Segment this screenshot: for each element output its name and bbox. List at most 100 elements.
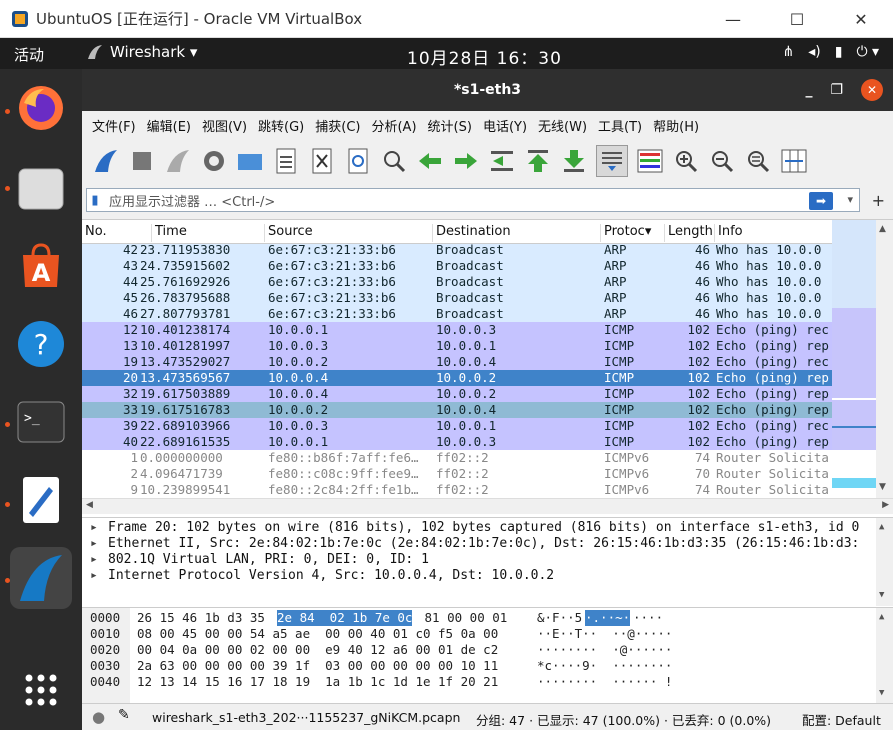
- column-destination[interactable]: Destination: [433, 224, 601, 242]
- reload-file-icon[interactable]: [344, 147, 372, 175]
- resize-columns-icon[interactable]: [780, 147, 808, 175]
- column-info[interactable]: Info: [715, 224, 832, 242]
- menu-file[interactable]: 文件(F): [92, 116, 136, 135]
- zoom-in-icon[interactable]: [672, 147, 700, 175]
- go-last-icon[interactable]: [560, 147, 588, 175]
- stop-capture-icon[interactable]: [128, 147, 156, 175]
- packet-row[interactable]: 46 27.807793781 6e:67:c3:21:33:b6 Broadcast…: [82, 306, 832, 322]
- column-source[interactable]: Source: [265, 224, 433, 242]
- detail-ethernet[interactable]: ▸ Ethernet II, Src: 2e:84:02:1b:7e:0c (2e…: [90, 536, 875, 552]
- window-restore-button[interactable]: ❐: [830, 82, 843, 98]
- menu-view[interactable]: 视图(V): [202, 116, 247, 135]
- expert-info-icon[interactable]: ●: [92, 708, 105, 726]
- start-capture-icon[interactable]: [92, 147, 120, 175]
- add-filter-button[interactable]: +: [872, 191, 885, 210]
- auto-scroll-icon[interactable]: [596, 145, 628, 177]
- wireshark-icon[interactable]: [10, 547, 72, 609]
- packet-row[interactable]: 19 13.473529027 10.0.0.2 10.0.0.4 ICMP 102 Ech…: [82, 354, 832, 370]
- close-file-icon[interactable]: [308, 147, 336, 175]
- menu-telephony[interactable]: 电话(Y): [483, 116, 527, 135]
- menu-capture[interactable]: 捕获(C): [315, 116, 360, 135]
- bookmark-icon[interactable]: ▮: [87, 189, 103, 211]
- hex-offset[interactable]: 0020: [90, 642, 120, 658]
- save-file-icon[interactable]: [272, 147, 300, 175]
- detail-frame[interactable]: ▸ Frame 20: 102 bytes on wire (816 bits),…: [90, 520, 875, 536]
- hex-bytes[interactable]: 2a 63 00 00 00 00 39 1f 03 00 00 00 00 0…: [137, 658, 498, 674]
- go-back-icon[interactable]: [416, 147, 444, 175]
- status-profile[interactable]: 配置: Default: [802, 710, 881, 729]
- packet-row[interactable]: 32 19.617503889 10.0.0.4 10.0.0.2 ICMP 102 Ech…: [82, 386, 832, 402]
- ascii-bytes[interactable]: &·F··5: [537, 610, 582, 626]
- ascii-bytes[interactable]: *c····9· ········: [537, 658, 672, 674]
- go-first-icon[interactable]: [524, 147, 552, 175]
- hex-bytes[interactable]: 26 15 46 1b d3 35: [137, 610, 272, 626]
- find-packet-icon[interactable]: [380, 147, 408, 175]
- ascii-bytes-highlight[interactable]: ·.··~·: [585, 610, 631, 626]
- menu-edit[interactable]: 编辑(E): [147, 116, 191, 135]
- detail-vlan[interactable]: ▸ 802.1Q Virtual LAN, PRI: 0, DEI: 0, ID:…: [90, 552, 875, 568]
- packet-row[interactable]: 40 22.689161535 10.0.0.1 10.0.0.3 ICMP 102 Ech…: [82, 434, 832, 450]
- details-scrollbar[interactable]: ▲ ▼: [876, 518, 893, 606]
- hex-offset[interactable]: 0010: [90, 626, 120, 642]
- zoom-reset-icon[interactable]: [744, 147, 772, 175]
- clock[interactable]: 10月28日 16：30: [407, 44, 562, 69]
- restart-capture-icon[interactable]: [164, 147, 192, 175]
- apply-filter-icon[interactable]: ➡: [809, 192, 833, 210]
- display-filter-input[interactable]: ▮ 应用显示过滤器 … <Ctrl-/> ➡ ▾: [86, 188, 860, 212]
- hex-bytes[interactable]: 08 00 45 00 00 54 a5 ae 00 00 40 01 c0 f…: [137, 626, 498, 642]
- ascii-bytes[interactable]: ····: [633, 610, 663, 626]
- menu-statistics[interactable]: 统计(S): [428, 116, 472, 135]
- filter-dropdown-icon[interactable]: ▾: [847, 193, 853, 206]
- app-menu[interactable]: Wireshark ▾: [86, 43, 197, 61]
- bytes-scrollbar[interactable]: ▲ ▼: [876, 608, 893, 704]
- packet-row[interactable]: 45 26.783795688 6e:67:c3:21:33:b6 Broadcast…: [82, 290, 832, 306]
- show-applications-icon[interactable]: [14, 663, 68, 717]
- window-minimize-button[interactable]: _: [805, 82, 812, 98]
- hex-bytes[interactable]: 00 04 0a 00 00 02 00 00 e9 40 12 a6 00 0…: [137, 642, 498, 658]
- maximize-button[interactable]: ☐: [765, 0, 829, 38]
- hex-bytes[interactable]: 12 13 14 15 16 17 18 19 1a 1b 1c 1d 1e 1…: [137, 674, 498, 690]
- ascii-bytes[interactable]: ··E··T·· ··@·····: [537, 626, 672, 642]
- help-icon[interactable]: ?: [14, 317, 68, 371]
- close-button[interactable]: ✕: [829, 0, 893, 38]
- system-tray[interactable]: ⋔ ◂) ▮ ⏻ ▾: [782, 44, 879, 60]
- capture-comment-icon[interactable]: ✎: [118, 707, 130, 723]
- open-file-icon[interactable]: [236, 147, 264, 175]
- software-center-icon[interactable]: A: [14, 239, 68, 293]
- ascii-bytes[interactable]: ········ ·@······: [537, 642, 672, 658]
- activities-button[interactable]: 活动: [14, 44, 44, 65]
- menu-go[interactable]: 跳转(G): [258, 116, 304, 135]
- colorize-icon[interactable]: [636, 147, 664, 175]
- packet-row[interactable]: 44 25.761692926 6e:67:c3:21:33:b6 Broadcast…: [82, 274, 832, 290]
- hex-offset[interactable]: 0000: [90, 610, 120, 626]
- column-length[interactable]: Length: [665, 224, 715, 242]
- packet-row[interactable]: 43 24.735915602 6e:67:c3:21:33:b6 Broadcast…: [82, 258, 832, 274]
- column-no[interactable]: No.: [82, 224, 152, 242]
- packet-row[interactable]: 1 0.000000000 fe80::b86f:7aff:fe6… ff02::2 I…: [82, 450, 832, 466]
- capture-options-icon[interactable]: [200, 147, 228, 175]
- menu-analyze[interactable]: 分析(A): [371, 116, 416, 135]
- files-icon[interactable]: [14, 161, 68, 215]
- packet-row[interactable]: 42 23.711953830 6e:67:c3:21:33:b6 Broadcast…: [82, 244, 832, 258]
- packet-row[interactable]: 12 10.401238174 10.0.0.1 10.0.0.3 ICMP 102 Ech…: [82, 322, 832, 338]
- go-forward-icon[interactable]: [452, 147, 480, 175]
- text-editor-icon[interactable]: [14, 473, 68, 527]
- hex-offset[interactable]: 0040: [90, 674, 120, 690]
- terminal-icon[interactable]: >_: [14, 395, 68, 449]
- packet-row[interactable]: 2 4.096471739 fe80::c08c:9ff:fee9… ff02::2 I…: [82, 466, 832, 482]
- packet-row[interactable]: 39 22.689103966 10.0.0.3 10.0.0.1 ICMP 102 Ech…: [82, 418, 832, 434]
- menu-wireless[interactable]: 无线(W): [538, 116, 587, 135]
- packet-row[interactable]: 33 19.617516783 10.0.0.2 10.0.0.4 ICMP 102 Ech…: [82, 402, 832, 418]
- firefox-icon[interactable]: [14, 81, 68, 135]
- minimize-button[interactable]: —: [701, 0, 765, 38]
- packet-list-hscrollbar[interactable]: ◀ ▶: [82, 498, 893, 514]
- go-to-packet-icon[interactable]: [488, 147, 516, 175]
- packet-minimap[interactable]: [832, 220, 876, 498]
- column-protocol[interactable]: Protoc▾: [601, 224, 665, 242]
- column-time[interactable]: Time: [152, 224, 265, 242]
- ascii-bytes[interactable]: ········ ······ !: [537, 674, 672, 690]
- detail-ipv4[interactable]: ▸ Internet Protocol Version 4, Src: 10.0.…: [90, 568, 875, 584]
- packet-row[interactable]: 13 10.401281997 10.0.0.3 10.0.0.1 ICMP 102 Ech…: [82, 338, 832, 354]
- menu-tools[interactable]: 工具(T): [598, 116, 642, 135]
- packet-row[interactable]: 20 13.473569567 10.0.0.4 10.0.0.2 ICMP 102 Ech…: [82, 370, 832, 386]
